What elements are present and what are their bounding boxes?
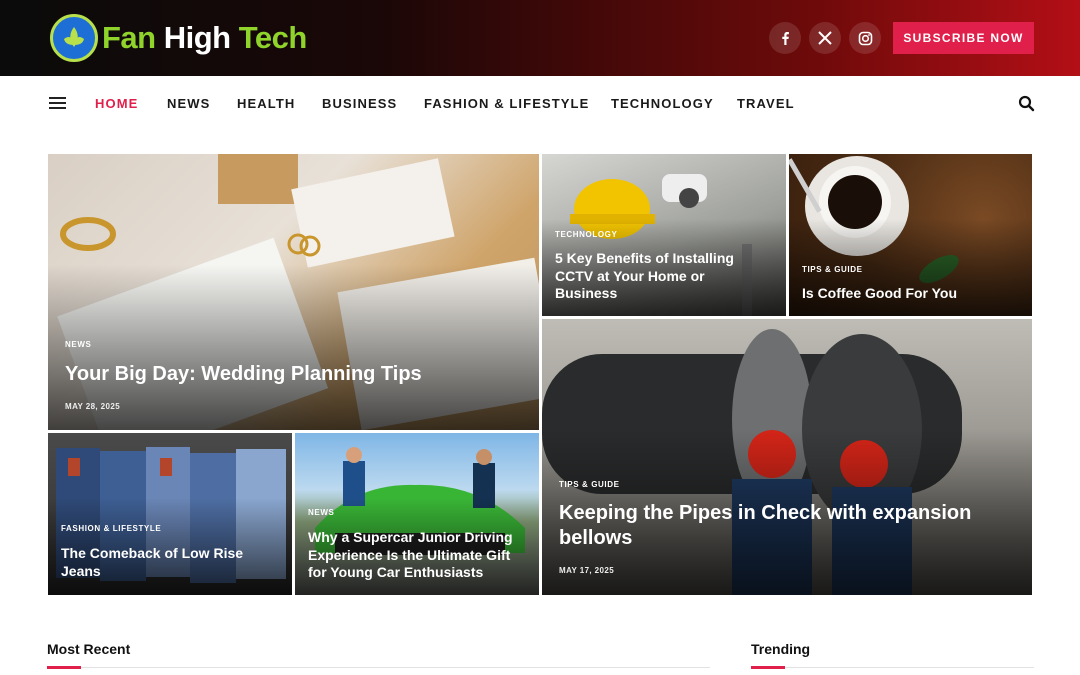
article-title[interactable]: Your Big Day: Wedding Planning Tips <box>65 362 505 387</box>
featured-card-wedding[interactable]: NEWS Your Big Day: Wedding Planning Tips… <box>48 154 539 430</box>
image-overlay <box>48 154 539 430</box>
top-header-bar: Fan High Tech SUBSCRIBE NOW <box>0 0 1080 76</box>
search-icon[interactable] <box>1018 95 1035 112</box>
category-label[interactable]: NEWS <box>65 340 91 349</box>
nav-item-business[interactable]: BUSINESS <box>322 96 397 111</box>
x-icon[interactable] <box>809 22 841 54</box>
section-accent <box>751 666 785 669</box>
nav-item-technology[interactable]: TECHNOLOGY <box>611 96 714 111</box>
category-label[interactable]: NEWS <box>308 508 334 517</box>
featured-card-jeans[interactable]: FASHION & LIFESTYLE The Comeback of Low … <box>48 433 292 595</box>
category-label[interactable]: TIPS & GUIDE <box>802 265 863 274</box>
category-label[interactable]: FASHION & LIFESTYLE <box>61 524 161 533</box>
nav-item-travel[interactable]: TRAVEL <box>737 96 795 111</box>
category-label[interactable]: TIPS & GUIDE <box>559 480 620 489</box>
featured-card-pipes[interactable]: TIPS & GUIDE Keeping the Pipes in Check … <box>542 319 1032 595</box>
article-date: MAY 28, 2025 <box>65 402 121 411</box>
featured-card-supercar[interactable]: NEWS Why a Supercar Junior Driving Exper… <box>295 433 539 595</box>
subscribe-button[interactable]: SUBSCRIBE NOW <box>893 22 1034 54</box>
nav-item-news[interactable]: NEWS <box>167 96 210 111</box>
section-title-most-recent: Most Recent <box>47 641 131 657</box>
featured-card-cctv[interactable]: TECHNOLOGY 5 Key Benefits of Installing … <box>542 154 786 316</box>
instagram-icon[interactable] <box>849 22 881 54</box>
article-title[interactable]: Is Coffee Good For You <box>802 285 1017 303</box>
site-name: Fan High Tech <box>102 20 307 55</box>
featured-card-coffee[interactable]: TIPS & GUIDE Is Coffee Good For You <box>789 154 1032 316</box>
article-title[interactable]: The Comeback of Low Rise Jeans <box>61 545 271 580</box>
article-title[interactable]: Keeping the Pipes in Check with expansio… <box>559 501 979 551</box>
nav-item-fashion-lifestyle[interactable]: FASHION & LIFESTYLE <box>424 96 589 111</box>
category-label[interactable]: TECHNOLOGY <box>555 230 617 239</box>
section-divider <box>751 667 1034 668</box>
section-divider <box>47 667 710 668</box>
image-overlay <box>542 319 1032 595</box>
section-title-trending: Trending <box>751 641 811 657</box>
nav-item-home[interactable]: HOME <box>95 96 138 111</box>
menu-icon[interactable] <box>49 97 66 109</box>
site-logo[interactable]: Fan High Tech <box>50 14 307 62</box>
article-title[interactable]: Why a Supercar Junior Driving Experience… <box>308 529 528 582</box>
facebook-icon[interactable] <box>769 22 801 54</box>
section-accent <box>47 666 81 669</box>
article-date: MAY 17, 2025 <box>559 566 615 575</box>
article-title[interactable]: 5 Key Benefits of Installing CCTV at You… <box>555 250 740 303</box>
nav-item-health[interactable]: HEALTH <box>237 96 295 111</box>
globe-leaf-icon <box>50 14 98 62</box>
